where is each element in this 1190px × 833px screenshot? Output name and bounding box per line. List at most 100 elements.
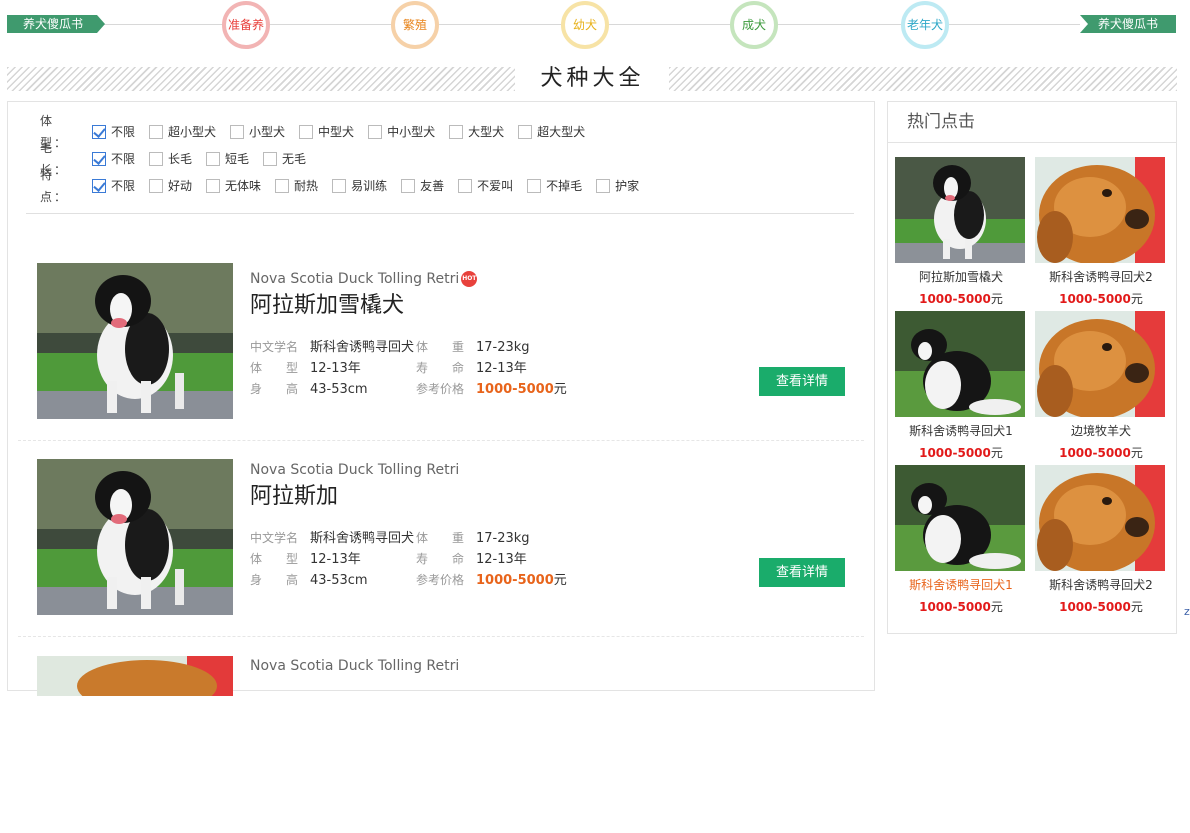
info-label: 身 高 (250, 573, 299, 587)
checkbox-icon[interactable] (596, 178, 611, 193)
hot-item-name[interactable]: 阿拉斯加雪橇犬 (895, 268, 1027, 286)
hot-item-name[interactable]: 斯科舍诱鸭寻回犬1 (895, 422, 1027, 440)
filter-option[interactable]: 小型犬 (230, 121, 285, 143)
breed-photo[interactable] (37, 263, 233, 419)
hot-item-photo[interactable] (895, 311, 1025, 417)
info-value: 43-53cm (310, 573, 368, 588)
nav-flag-right[interactable]: 养犬傻瓜书 (1080, 15, 1176, 33)
filter-option[interactable]: 耐热 (275, 175, 318, 197)
checkbox-icon[interactable] (263, 151, 278, 166)
hot-item-photo[interactable] (1035, 465, 1165, 571)
filter-option-label: 不爱叫 (477, 178, 514, 193)
checkbox-icon[interactable] (92, 124, 106, 139)
stage-adult[interactable]: 成犬 (730, 1, 778, 49)
checkbox-icon[interactable] (401, 178, 416, 193)
filter-option-label: 友善 (420, 178, 445, 193)
filter-option[interactable]: 好动 (149, 175, 192, 197)
edge-mark: z (1184, 605, 1190, 618)
breed-cn-name[interactable]: 阿拉斯加雪橇犬 (250, 287, 404, 319)
view-details-button[interactable]: 查看详情 (759, 558, 845, 587)
info-label: 体 重 (416, 531, 465, 545)
breed-en-name: Nova Scotia Duck Tolling Retri (250, 658, 460, 674)
info-value: 12-13年 (476, 361, 527, 376)
hot-item-price: 1000-5000元 (919, 600, 1003, 614)
info-label: 参考价格 (416, 573, 465, 587)
filter-option[interactable]: 短毛 (206, 148, 249, 170)
filter-option[interactable]: 大型犬 (449, 121, 504, 143)
checkbox-icon[interactable] (149, 178, 164, 193)
breed-cn-name[interactable]: 阿拉斯加 (250, 478, 338, 510)
hot-item-photo[interactable] (895, 465, 1025, 571)
filter-option[interactable]: 不限 (92, 121, 135, 143)
filter-option[interactable]: 不爱叫 (458, 175, 513, 197)
checkbox-icon[interactable] (206, 178, 221, 193)
info-label: 体 型 (250, 552, 299, 566)
stage-prepare[interactable]: 准备养 (222, 1, 270, 49)
checkbox-icon[interactable] (149, 124, 164, 139)
breed-photo[interactable] (37, 656, 233, 696)
checkbox-icon[interactable] (149, 151, 164, 166)
checkbox-icon[interactable] (92, 178, 106, 193)
checkbox-icon[interactable] (449, 124, 464, 139)
hot-item-photo[interactable] (1035, 157, 1165, 263)
stage-senior[interactable]: 老年犬 (901, 1, 949, 49)
filter-row: 特 点： 不限 好动 无体味 耐热 易训练 友善 不爱叫 不掉毛 护家 (40, 168, 860, 204)
filter-label: 特 点： (40, 167, 69, 204)
checkbox-icon[interactable] (458, 178, 473, 193)
stage-puppy[interactable]: 幼犬 (561, 1, 609, 49)
filter-option-label: 大型犬 (468, 124, 505, 139)
hot-item-price: 1000-5000元 (919, 446, 1003, 460)
checkbox-icon[interactable] (368, 124, 383, 139)
filter-option[interactable]: 无体味 (206, 175, 261, 197)
filter-option[interactable]: 不掉毛 (527, 175, 582, 197)
checkbox-icon[interactable] (206, 151, 221, 166)
checkbox-icon[interactable] (518, 124, 533, 139)
hot-badge-icon: HOT (461, 271, 478, 287)
filter-option[interactable]: 长毛 (149, 148, 192, 170)
hot-item-name[interactable]: 边境牧羊犬 (1035, 422, 1167, 440)
breed-en-name: Nova Scotia Duck Tolling Retri (250, 462, 460, 478)
checkbox-icon[interactable] (527, 178, 542, 193)
view-details-button[interactable]: 查看详情 (759, 367, 845, 396)
filter-option[interactable]: 友善 (401, 175, 444, 197)
checkbox-icon[interactable] (299, 124, 314, 139)
filter-option-label: 不限 (111, 178, 136, 193)
hot-item[interactable]: 斯科舍诱鸭寻回犬2 1000-5000元 (1035, 465, 1167, 617)
info-label: 参考价格 (416, 382, 465, 396)
checkbox-icon[interactable] (275, 178, 290, 193)
checkbox-icon[interactable] (230, 124, 245, 139)
filter-option-label: 无毛 (282, 151, 307, 166)
dog-photo-icon (37, 656, 233, 696)
hot-item[interactable]: 阿拉斯加雪橇犬 1000-5000元 (895, 157, 1027, 309)
filter-option[interactable]: 超小型犬 (149, 121, 216, 143)
hot-item-name[interactable]: 斯科舍诱鸭寻回犬2 (1035, 268, 1167, 286)
hot-item[interactable]: 斯科舍诱鸭寻回犬2 1000-5000元 (1035, 157, 1167, 309)
filter-option[interactable]: 不限 (92, 148, 135, 170)
filter-option[interactable]: 超大型犬 (518, 121, 585, 143)
filter-option[interactable]: 中型犬 (299, 121, 354, 143)
filter-option-label: 易训练 (351, 178, 388, 193)
checkbox-icon[interactable] (92, 151, 106, 166)
filter-option[interactable]: 中小型犬 (368, 121, 435, 143)
filter-option[interactable]: 不限 (92, 175, 135, 197)
filter-option[interactable]: 护家 (596, 175, 639, 197)
hot-item[interactable]: 斯科舍诱鸭寻回犬1 1000-5000元 (895, 465, 1027, 617)
hot-item-price: 1000-5000元 (919, 292, 1003, 306)
hot-item-photo[interactable] (895, 157, 1025, 263)
hot-item[interactable]: 斯科舍诱鸭寻回犬1 1000-5000元 (895, 311, 1027, 463)
info-value: 17-23kg (476, 531, 530, 546)
breed-info: 中文学名 斯科舍诱鸭寻回犬体 重 17-23kg 体 型 12-13年寿 命 12-13… (250, 337, 567, 400)
filter-divider (26, 213, 854, 214)
hot-item-name[interactable]: 斯科舍诱鸭寻回犬1 (895, 576, 1027, 594)
breed-info: 中文学名 斯科舍诱鸭寻回犬体 重 17-23kg 体 型 12-13年寿 命 12-13… (250, 528, 567, 591)
nav-flag-left[interactable]: 养犬傻瓜书 (7, 15, 105, 33)
checkbox-icon[interactable] (332, 178, 347, 193)
hot-item-name[interactable]: 斯科舍诱鸭寻回犬2 (1035, 576, 1167, 594)
filter-option[interactable]: 无毛 (263, 148, 306, 170)
stage-nav: 养犬傻瓜书 准备养 繁殖 幼犬 成犬 老年犬 养犬傻瓜书 (0, 0, 1190, 52)
hot-item[interactable]: 边境牧羊犬 1000-5000元 (1035, 311, 1167, 463)
stage-breeding[interactable]: 繁殖 (391, 1, 439, 49)
filter-option[interactable]: 易训练 (332, 175, 387, 197)
breed-photo[interactable] (37, 459, 233, 615)
hot-item-photo[interactable] (1035, 311, 1165, 417)
